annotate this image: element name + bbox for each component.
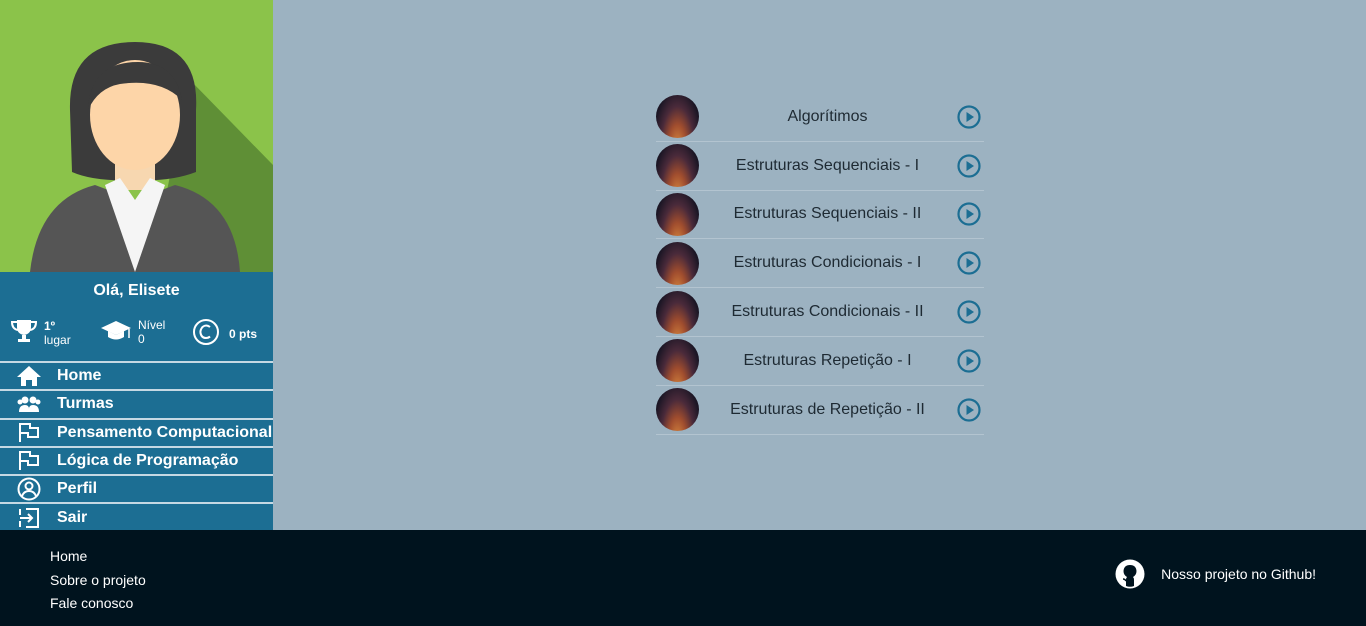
level-label: Nível	[138, 318, 166, 332]
lesson-title: Estruturas Sequenciais - I	[735, 156, 920, 174]
menu-item-label: Perfil	[57, 480, 98, 498]
lesson-title: Estruturas Repetição - I	[743, 351, 912, 369]
lesson-item[interactable]: Algorítimos	[656, 93, 984, 142]
play-icon[interactable]	[956, 201, 982, 227]
points-stat: 0 pts	[192, 318, 257, 349]
coin-icon	[192, 318, 220, 349]
footer-link-home[interactable]: Home	[50, 545, 146, 569]
points-value: 0 pts	[229, 326, 258, 341]
home-icon	[15, 365, 43, 387]
level-value: 0	[138, 332, 145, 346]
play-icon[interactable]	[956, 250, 982, 276]
lesson-title: Algorítimos	[787, 107, 868, 125]
lesson-item[interactable]: Estruturas Sequenciais - I	[656, 142, 984, 191]
lesson-title: Estruturas Sequenciais - II	[733, 205, 922, 223]
graduation-cap-icon	[100, 319, 132, 346]
lesson-title: Estruturas de Repetição - II	[730, 400, 925, 418]
avatar	[0, 0, 273, 272]
menu-item-logica-de-programacao[interactable]: Lógica de Programação	[0, 445, 273, 475]
play-icon[interactable]	[956, 397, 982, 423]
lesson-item[interactable]: Estruturas Condicionais - I	[656, 239, 984, 289]
menu-item-label: Home	[57, 367, 102, 385]
footer-link-contato[interactable]: Fale conosco	[50, 592, 146, 616]
user-stats: 1º lugar Nível 0 0 pts	[0, 318, 273, 358]
play-icon[interactable]	[956, 299, 982, 325]
menu-item-label: Pensamento Computacional	[57, 423, 273, 441]
footer-link-sobre[interactable]: Sobre o projeto	[50, 569, 146, 593]
footer: Home Sobre o projeto Fale conosco Nosso …	[0, 530, 1366, 626]
user-circle-icon	[15, 477, 43, 501]
footer-links: Home Sobre o projeto Fale conosco	[50, 545, 146, 616]
lesson-thumbnail	[656, 290, 699, 334]
menu-item-sair[interactable]: Sair	[0, 502, 273, 531]
menu-item-label: Turmas	[57, 395, 114, 413]
lesson-item[interactable]: Estruturas Condicionais - II	[656, 288, 984, 337]
menu-item-home[interactable]: Home	[0, 361, 273, 390]
lesson-thumbnail	[656, 192, 699, 236]
lesson-thumbnail	[656, 144, 699, 188]
sidebar-menu: Home Turmas Pensamento Computacional Lóg…	[0, 361, 273, 531]
lesson-title: Estruturas Condicionais - I	[733, 254, 922, 272]
lesson-item[interactable]: Estruturas Repetição - I	[656, 337, 984, 386]
level-stat: Nível 0	[100, 318, 165, 346]
menu-item-turmas[interactable]: Turmas	[0, 389, 273, 418]
rank-label: lugar	[44, 332, 71, 347]
exit-icon	[15, 507, 43, 529]
menu-item-perfil[interactable]: Perfil	[0, 474, 273, 503]
menu-item-label: Lógica de Programação	[57, 452, 239, 470]
lesson-item[interactable]: Estruturas Sequenciais - II	[656, 191, 984, 240]
user-greeting: Olá, Elisete	[93, 282, 180, 299]
lesson-thumbnail	[656, 388, 699, 432]
play-icon[interactable]	[956, 153, 982, 179]
flag-icon	[15, 450, 43, 472]
lesson-thumbnail	[656, 339, 699, 383]
rank-value: 1º	[44, 318, 56, 333]
flag-icon	[15, 422, 43, 444]
lesson-thumbnail	[656, 95, 699, 139]
github-link[interactable]: Nosso projeto no Github!	[1115, 559, 1316, 589]
menu-item-pensamento-computacional[interactable]: Pensamento Computacional	[0, 417, 273, 446]
github-icon	[1115, 559, 1145, 589]
lesson-item[interactable]: Estruturas de Repetição - II	[656, 386, 984, 435]
avatar-illustration	[0, 0, 273, 272]
users-icon	[15, 393, 43, 415]
rank-stat: 1º lugar	[10, 318, 71, 347]
lesson-title: Estruturas Condicionais - II	[731, 303, 924, 321]
sidebar: Olá, Elisete 1º lugar Nível 0 0 pts Home…	[0, 0, 273, 531]
play-icon[interactable]	[956, 104, 982, 130]
menu-item-label: Sair	[57, 508, 88, 526]
lesson-thumbnail	[656, 241, 699, 285]
play-icon[interactable]	[956, 348, 982, 374]
github-label: Nosso projeto no Github!	[1161, 566, 1316, 582]
lesson-list: Algorítimos Estruturas Sequenciais - I E…	[656, 93, 984, 435]
trophy-icon	[10, 318, 38, 347]
